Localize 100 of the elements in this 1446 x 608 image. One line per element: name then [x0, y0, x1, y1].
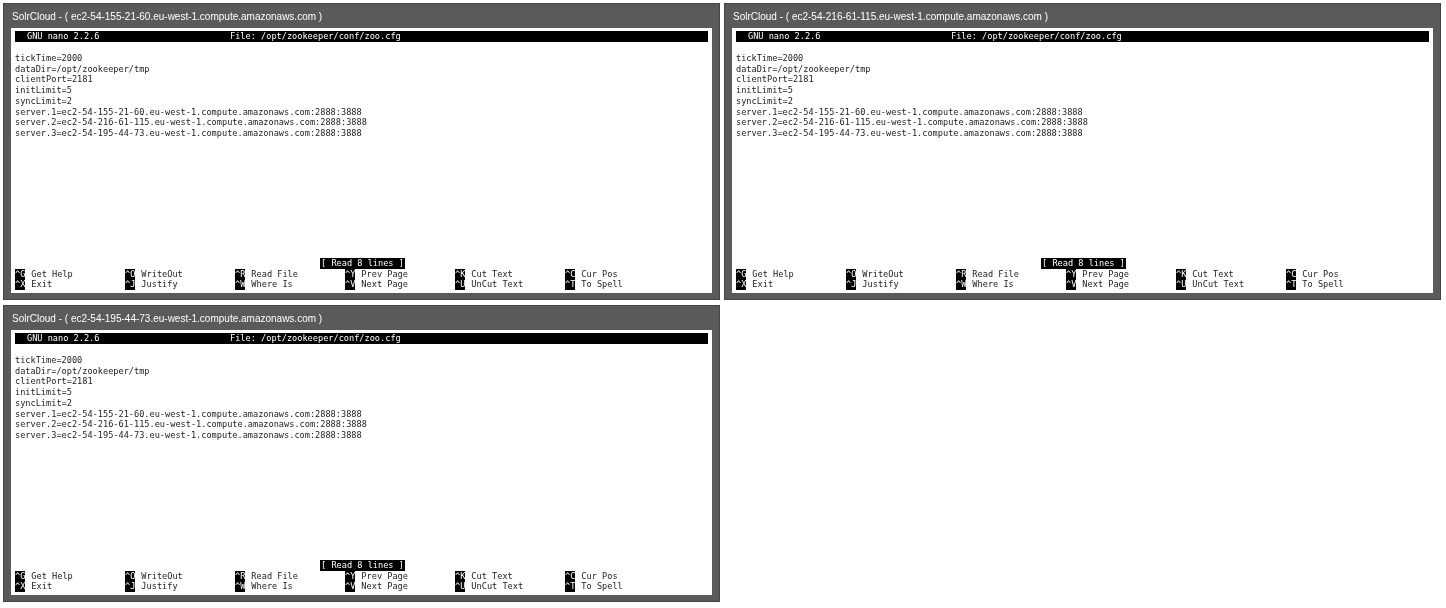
shortcut-key: ^O: [125, 570, 136, 582]
shortcut-key: ^Y: [345, 570, 356, 582]
shortcut-key: ^W: [235, 279, 246, 290]
shortcut-key: ^W: [235, 581, 246, 592]
config-line: initLimit=5: [736, 85, 794, 96]
shortcut-label: Prev Page: [1082, 268, 1129, 280]
config-line: dataDir=/opt/zookeeper/tmp: [15, 365, 151, 377]
shortcut-key: ^C: [565, 268, 576, 280]
shortcut-key: ^T: [565, 581, 576, 592]
shortcut-label: Exit: [31, 279, 53, 290]
config-line: clientPort=2181: [736, 74, 815, 86]
shortcut-key: ^V: [1066, 279, 1077, 290]
config-line: server.2=ec2-54-216-61-115.eu-west-1.compute.amazonaws.com:2888:3888: [15, 117, 368, 128]
shortcut-key: ^X: [15, 279, 26, 290]
shortcut-key: ^U: [455, 581, 466, 592]
config-line: syncLimit=2: [15, 397, 73, 409]
config-line: dataDir=/opt/zookeeper/tmp: [15, 63, 151, 75]
file-path: File: /opt/zookeeper/conf/zoo.cfg: [230, 31, 401, 42]
shortcut-key: ^T: [565, 279, 576, 290]
shortcut-label: Cut Text: [471, 268, 513, 280]
shortcut-label: WriteOut: [862, 268, 904, 280]
config-line: server.1=ec2-54-155-21-60.eu-west-1.compute.amazonaws.com:2888:3888: [15, 408, 363, 420]
shortcut-key: ^G: [15, 268, 26, 280]
config-line: clientPort=2181: [15, 376, 94, 388]
shortcut-key: ^T: [1286, 279, 1297, 290]
status-message: [ Read 8 lines ]: [1041, 257, 1126, 269]
shortcut-key: ^C: [1286, 268, 1297, 280]
file-path: File: /opt/zookeeper/conf/zoo.cfg: [951, 31, 1122, 42]
shortcut-key: ^G: [15, 570, 26, 582]
shortcut-label: Read File: [972, 268, 1019, 280]
config-line: clientPort=2181: [15, 74, 94, 86]
shortcut-key: ^Y: [1066, 268, 1077, 280]
shortcut-label: Justify: [862, 279, 899, 290]
nano-version: GNU nano 2.2.6: [747, 31, 822, 42]
shortcut-label: Justify: [141, 279, 178, 290]
shortcut-label: Read File: [251, 570, 298, 582]
shortcut-key: ^X: [736, 279, 747, 290]
status-message: [ Read 8 lines ]: [320, 559, 405, 571]
shortcut-label: UnCut Text: [1192, 279, 1245, 290]
shortcut-label: Cut Text: [1192, 268, 1234, 280]
shortcut-label: To Spell: [581, 279, 623, 290]
config-line: tickTime=2000: [736, 53, 805, 64]
shortcut-label: Cur Pos: [1302, 268, 1339, 280]
shortcut-key: ^C: [565, 570, 576, 582]
config-line: server.1=ec2-54-155-21-60.eu-west-1.compute.amazonaws.com:2888:3888: [736, 106, 1084, 118]
config-line: dataDir=/opt/zookeeper/tmp: [736, 63, 872, 75]
shortcut-key: ^V: [345, 581, 356, 592]
config-line: initLimit=5: [15, 85, 73, 96]
window-title: SolrCloud - ( ec2-54-195-44-73.eu-west-1.compute.amazonaws.com ): [11, 311, 324, 326]
nano-version: GNU nano 2.2.6: [26, 31, 101, 42]
status-message: [ Read 8 lines ]: [320, 257, 405, 269]
shortcut-label: Cur Pos: [581, 268, 618, 280]
shortcut-label: Read File: [251, 268, 298, 280]
window-title: SolrCloud - ( ec2-54-155-21-60.eu-west-1.compute.amazonaws.com ): [11, 9, 324, 24]
shortcut-label: Justify: [141, 581, 178, 592]
config-line: syncLimit=2: [736, 95, 794, 107]
config-line: tickTime=2000: [15, 355, 84, 366]
shortcut-label: Where Is: [251, 581, 293, 592]
nano-version: GNU nano 2.2.6: [26, 333, 101, 344]
config-line: server.3=ec2-54-195-44-73.eu-west-1.compute.amazonaws.com:2888:3888: [736, 127, 1084, 139]
shortcut-label: Next Page: [361, 279, 408, 290]
shortcut-key: ^J: [125, 581, 136, 592]
window-title: SolrCloud - ( ec2-54-216-61-115.eu-west-1.compute.amazonaws.com ): [732, 9, 1049, 24]
shortcut-key: ^U: [1176, 279, 1187, 290]
config-line: syncLimit=2: [15, 95, 73, 107]
shortcut-label: UnCut Text: [471, 279, 524, 290]
shortcut-key: ^K: [1176, 268, 1187, 280]
shortcut-label: To Spell: [1302, 279, 1344, 290]
shortcut-label: Get Help: [31, 268, 73, 280]
shortcut-label: Get Help: [752, 268, 794, 280]
shortcut-label: Exit: [31, 581, 53, 592]
shortcut-key: ^W: [956, 279, 967, 290]
config-line: tickTime=2000: [15, 53, 84, 64]
shortcut-key: ^U: [455, 279, 466, 290]
shortcut-label: WriteOut: [141, 570, 183, 582]
shortcut-key: ^Y: [345, 268, 356, 280]
shortcut-key: ^K: [455, 268, 466, 280]
shortcut-label: Prev Page: [361, 570, 408, 582]
shortcut-label: Exit: [752, 279, 774, 290]
shortcut-key: ^X: [15, 581, 26, 592]
config-line: server.2=ec2-54-216-61-115.eu-west-1.compute.amazonaws.com:2888:3888: [736, 117, 1089, 128]
shortcut-key: ^K: [455, 570, 466, 582]
shortcut-key: ^O: [125, 268, 136, 280]
shortcut-label: Prev Page: [361, 268, 408, 280]
config-line: server.3=ec2-54-195-44-73.eu-west-1.compute.amazonaws.com:2888:3888: [15, 429, 363, 441]
file-path: File: /opt/zookeeper/conf/zoo.cfg: [230, 333, 401, 344]
config-line: server.2=ec2-54-216-61-115.eu-west-1.compute.amazonaws.com:2888:3888: [15, 419, 368, 430]
shortcut-key: ^R: [235, 268, 246, 280]
shortcut-label: Where Is: [972, 279, 1014, 290]
shortcut-key: ^J: [846, 279, 857, 290]
shortcut-key: ^O: [846, 268, 857, 280]
shortcut-key: ^V: [345, 279, 356, 290]
shortcut-label: To Spell: [581, 581, 623, 592]
config-line: server.1=ec2-54-155-21-60.eu-west-1.compute.amazonaws.com:2888:3888: [15, 106, 363, 118]
shortcut-key: ^R: [956, 268, 967, 280]
shortcut-key: ^R: [235, 570, 246, 582]
config-line: server.3=ec2-54-195-44-73.eu-west-1.compute.amazonaws.com:2888:3888: [15, 127, 363, 139]
shortcut-label: Where Is: [251, 279, 293, 290]
shortcut-label: Next Page: [1082, 279, 1129, 290]
shortcut-label: Get Help: [31, 570, 73, 582]
